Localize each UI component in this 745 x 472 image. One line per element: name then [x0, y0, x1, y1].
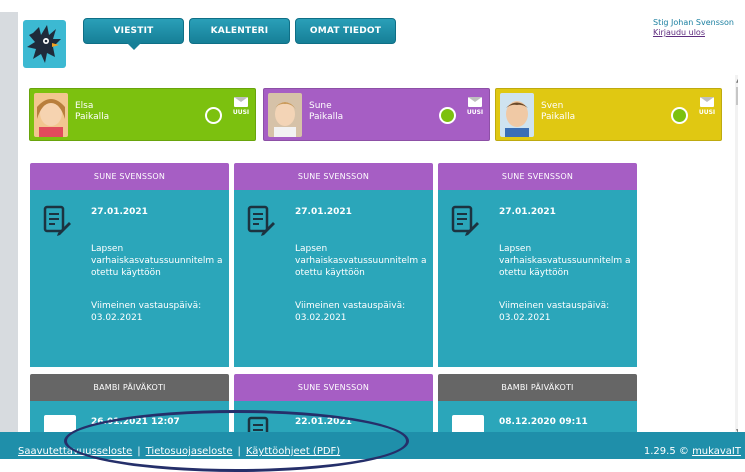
card-header: BAMBI PÄIVÄKOTI	[30, 374, 229, 401]
child-photo	[500, 93, 534, 137]
child-photo	[268, 93, 302, 137]
card-header: BAMBI PÄIVÄKOTI	[438, 374, 637, 401]
document-edit-icon	[247, 205, 275, 236]
user-box: Stig Johan Svensson Kirjaudu ulos	[653, 18, 734, 38]
app-page: VIESTIT KALENTERI OMAT TIEDOT Stig Johan…	[18, 12, 738, 437]
new-message-icon[interactable]: UUSI	[698, 97, 716, 123]
child-status: Paikalla	[541, 112, 576, 122]
user-guide-link[interactable]: Käyttöohjeet (PDF)	[246, 446, 340, 457]
brand-link[interactable]: mukavaIT	[692, 446, 741, 457]
presence-toggle[interactable]	[671, 107, 688, 124]
document-edit-icon	[43, 205, 71, 236]
child-card-elsa[interactable]: Elsa Paikalla UUSI	[29, 88, 256, 141]
child-name: Sven	[541, 101, 564, 111]
new-message-icon[interactable]: UUSI	[232, 97, 250, 123]
new-label: UUSI	[698, 109, 716, 116]
separator: |	[237, 446, 241, 457]
new-message-icon[interactable]: UUSI	[466, 97, 484, 123]
tab-label: VIESTIT	[113, 26, 154, 36]
card-date: 08.12.2020 09:11	[499, 417, 588, 427]
card-date: 22.01.2021	[295, 417, 352, 427]
app-logo[interactable]	[23, 20, 66, 68]
presence-toggle[interactable]	[205, 107, 222, 124]
window-edge	[0, 12, 18, 432]
footer-links: Saavutettavuusseloste | Tietosuojaseloste |…	[18, 446, 340, 457]
child-card-sven[interactable]: Sven Paikalla UUSI	[495, 88, 722, 141]
card-header: SUNE SVENSSON	[234, 163, 433, 190]
message-card[interactable]: SUNE SVENSSON 27.01.2021 Lapsen varhaisk…	[234, 163, 433, 367]
tab-kalenteri[interactable]: KALENTERI	[189, 18, 290, 44]
child-name: Elsa	[75, 101, 94, 111]
logout-link[interactable]: Kirjaudu ulos	[653, 28, 734, 38]
vertical-scrollbar[interactable]: ▲ ▼	[735, 75, 738, 437]
child-status: Paikalla	[309, 112, 344, 122]
child-photo	[34, 93, 68, 137]
card-header: SUNE SVENSSON	[438, 163, 637, 190]
message-card[interactable]: SUNE SVENSSON 27.01.2021 Lapsen varhaisk…	[30, 163, 229, 367]
card-message: Lapsen varhaiskasvatussuunnitelm a otett…	[499, 244, 631, 278]
message-card[interactable]: SUNE SVENSSON 27.01.2021 Lapsen varhaisk…	[438, 163, 637, 367]
tab-omat-tiedot[interactable]: OMAT TIEDOT	[295, 18, 396, 44]
presence-toggle[interactable]	[439, 107, 456, 124]
bird-logo-icon	[27, 25, 61, 63]
card-date: 27.01.2021	[499, 207, 556, 217]
message-card[interactable]: SUNE SVENSSON 22.01.2021	[234, 374, 433, 437]
new-label: UUSI	[232, 109, 250, 116]
card-deadline: Viimeinen vastauspäivä: 03.02.2021	[499, 300, 609, 324]
deadline-date: 03.02.2021	[499, 313, 551, 323]
card-message: Lapsen varhaiskasvatussuunnitelm a otett…	[295, 244, 427, 278]
deadline-label: Viimeinen vastauspäivä:	[295, 301, 406, 311]
main-nav: VIESTIT KALENTERI OMAT TIEDOT	[83, 18, 396, 50]
deadline-label: Viimeinen vastauspäivä:	[499, 301, 610, 311]
version-info: 1.29.5 © mukavaIT	[644, 446, 741, 457]
tab-label: KALENTERI	[210, 26, 269, 36]
deadline-date: 03.02.2021	[295, 313, 347, 323]
child-name: Sune	[309, 101, 332, 111]
document-edit-icon	[451, 205, 479, 236]
card-header: SUNE SVENSSON	[30, 163, 229, 190]
privacy-link[interactable]: Tietosuojaseloste	[146, 446, 233, 457]
message-card[interactable]: BAMBI PÄIVÄKOTI 26.01.2021 12:07	[30, 374, 229, 437]
deadline-date: 03.02.2021	[91, 313, 143, 323]
tab-viestit[interactable]: VIESTIT	[83, 18, 184, 50]
scrollbar-thumb[interactable]	[736, 87, 738, 105]
child-status: Paikalla	[75, 112, 110, 122]
separator: |	[137, 446, 141, 457]
tab-label: OMAT TIEDOT	[309, 26, 382, 36]
scroll-up-icon[interactable]: ▲	[736, 77, 738, 84]
card-message: Lapsen varhaiskasvatussuunnitelm a otett…	[91, 244, 223, 278]
accessibility-link[interactable]: Saavutettavuusseloste	[18, 446, 132, 457]
message-card[interactable]: BAMBI PÄIVÄKOTI 08.12.2020 09:11	[438, 374, 637, 437]
card-date: 27.01.2021	[295, 207, 352, 217]
card-deadline: Viimeinen vastauspäivä: 03.02.2021	[91, 300, 201, 324]
new-label: UUSI	[466, 109, 484, 116]
version-text: 1.29.5 ©	[643, 446, 689, 457]
card-date: 27.01.2021	[91, 207, 148, 217]
user-name: Stig Johan Svensson	[652, 18, 734, 27]
card-header: SUNE SVENSSON	[234, 374, 433, 401]
child-card-sune[interactable]: Sune Paikalla UUSI	[263, 88, 490, 141]
footer: Saavutettavuusseloste | Tietosuojaseloste |…	[0, 432, 745, 459]
deadline-label: Viimeinen vastauspäivä:	[91, 301, 202, 311]
card-date: 26.01.2021 12:07	[91, 417, 180, 427]
card-deadline: Viimeinen vastauspäivä: 03.02.2021	[295, 300, 405, 324]
